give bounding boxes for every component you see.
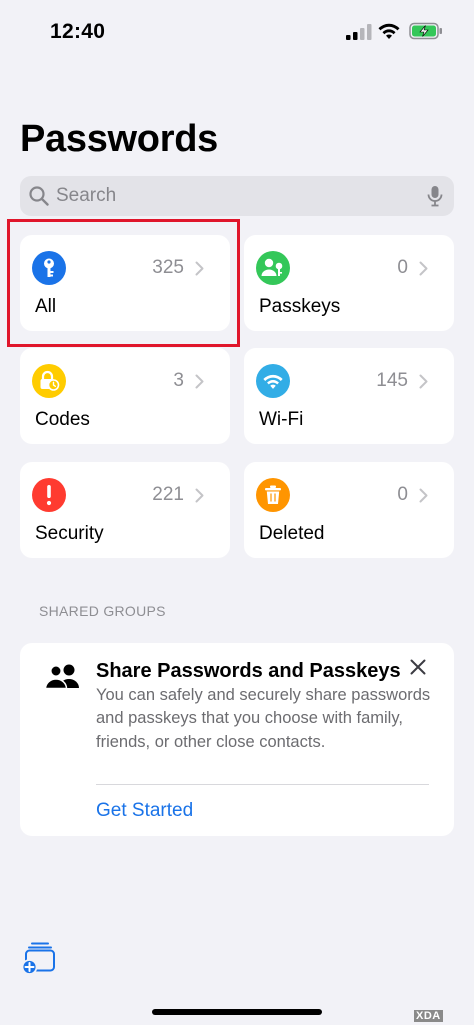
chevron-right-icon [195,488,204,503]
cellular-signal-icon [346,24,372,40]
lock-clock-icon [32,364,66,398]
exclamation-icon [32,478,66,512]
tile-wifi[interactable]: 145 Wi-Fi [244,348,454,444]
highlight-box [7,219,240,347]
search-bar[interactable]: Search [20,176,454,216]
microphone-icon[interactable] [427,185,443,207]
tile-count: 0 [397,257,408,278]
tile-count: 221 [152,484,184,505]
home-indicator [152,1009,322,1015]
tile-label: Deleted [259,523,325,544]
wifi-status-icon [378,23,400,39]
divider [96,784,429,785]
search-icon [29,186,49,206]
chevron-right-icon [419,374,428,389]
tile-count: 145 [376,370,408,391]
share-passwords-card: Share Passwords and Passkeys You can saf… [20,643,454,836]
status-bar: 12:40 [0,0,474,64]
tile-label: Wi-Fi [259,409,304,430]
tile-deleted[interactable]: 0 Deleted [244,462,454,558]
tile-codes[interactable]: 3 Codes [20,348,230,444]
chevron-right-icon [419,261,428,276]
person-key-icon [256,251,290,285]
page-title: Passwords [20,118,218,160]
chevron-right-icon [195,374,204,389]
people-icon [45,664,79,689]
watermark-logo: XDA [414,1010,443,1022]
wifi-icon [256,364,290,398]
status-time: 12:40 [50,20,106,43]
tile-label: Passkeys [259,296,341,317]
section-header-shared-groups: SHARED GROUPS [39,603,166,619]
battery-charging-icon [409,22,442,40]
new-shared-group-icon[interactable] [21,941,57,975]
trash-icon [256,478,290,512]
tile-security[interactable]: 221 Security [20,462,230,558]
tile-label: Security [35,523,104,544]
close-icon[interactable] [410,659,426,675]
tile-count: 3 [173,370,184,391]
tile-passkeys[interactable]: 0 Passkeys [244,235,454,331]
get-started-link[interactable]: Get Started [96,800,193,822]
search-placeholder: Search [56,185,117,206]
tile-label: Codes [35,409,90,430]
share-card-title: Share Passwords and Passkeys [96,660,401,682]
chevron-right-icon [419,488,428,503]
tile-count: 0 [397,484,408,505]
share-card-body: You can safely and securely share passwo… [96,686,431,751]
